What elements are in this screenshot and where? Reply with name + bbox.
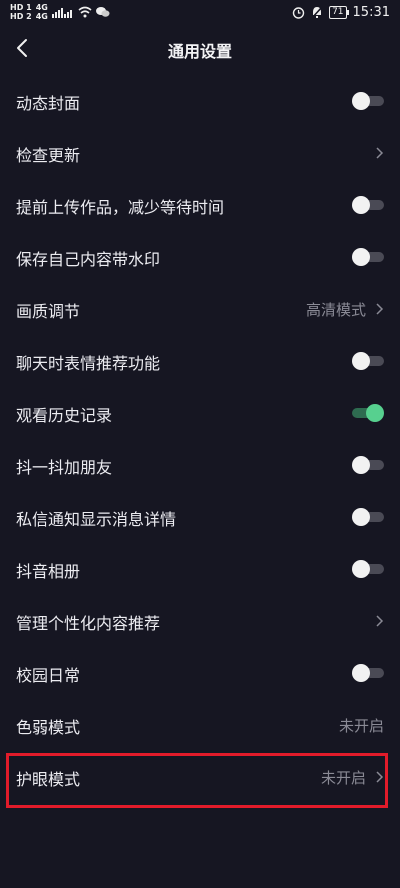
hd-bottom-label: HD 2 xyxy=(10,12,32,21)
setting-label: 提前上传作品，减少等待时间 xyxy=(16,198,225,217)
setting-row[interactable]: 保存自己内容带水印 xyxy=(0,231,400,283)
setting-label: 管理个性化内容推荐 xyxy=(16,614,161,633)
setting-row[interactable]: 聊天时表情推荐功能 xyxy=(0,335,400,387)
network-indicator: 4G 4G xyxy=(36,3,48,21)
setting-label: 动态封面 xyxy=(16,94,81,113)
status-left: HD 1 HD 2 4G 4G xyxy=(10,3,110,21)
toggle-knob xyxy=(352,664,370,682)
toggle-knob xyxy=(352,248,370,266)
alarm-icon xyxy=(292,7,305,19)
toggle-switch[interactable] xyxy=(352,196,384,214)
setting-row[interactable]: 抖音相册 xyxy=(0,543,400,595)
status-bar: HD 1 HD 2 4G 4G 71 15:31 xyxy=(0,0,400,28)
toggle-knob xyxy=(352,508,370,526)
mute-icon xyxy=(311,6,323,19)
setting-value: 未开启 xyxy=(320,769,366,787)
setting-row[interactable]: 护眼模式 未开启 xyxy=(0,751,400,803)
toggle-switch[interactable] xyxy=(352,508,384,526)
setting-row[interactable]: 画质调节 高清模式 xyxy=(0,283,400,335)
wifi-icon xyxy=(78,6,92,18)
setting-label: 抖音相册 xyxy=(16,562,81,581)
setting-label: 私信通知显示消息详情 xyxy=(16,510,177,529)
setting-label: 色弱模式 xyxy=(16,718,81,737)
toggle-switch[interactable] xyxy=(352,248,384,266)
setting-row[interactable]: 管理个性化内容推荐 xyxy=(0,595,400,647)
settings-list: 动态封面检查更新提前上传作品，减少等待时间 保存自己内容带水印 画质调节 高清模式聊天… xyxy=(0,75,400,803)
chevron-right-icon xyxy=(376,303,384,315)
setting-row[interactable]: 色弱模式 未开启 xyxy=(0,699,400,751)
toggle-knob xyxy=(352,196,370,214)
status-right: 71 15:31 xyxy=(292,5,390,20)
setting-row[interactable]: 检查更新 xyxy=(0,127,400,179)
chevron-right-icon xyxy=(376,147,384,159)
setting-label: 护眼模式 xyxy=(16,770,81,789)
toggle-switch[interactable] xyxy=(352,456,384,474)
setting-row[interactable]: 私信通知显示消息详情 xyxy=(0,491,400,543)
battery-indicator: 71 xyxy=(329,6,350,19)
toggle-switch[interactable] xyxy=(352,664,384,682)
toggle-knob xyxy=(366,404,384,422)
signal-icon xyxy=(51,8,72,18)
setting-label: 保存自己内容带水印 xyxy=(16,250,161,269)
setting-label: 观看历史记录 xyxy=(16,406,113,425)
setting-label: 聊天时表情推荐功能 xyxy=(16,354,161,373)
hd-indicator: HD 1 HD 2 xyxy=(10,3,32,21)
network-top-label: 4G xyxy=(35,3,48,12)
toggle-switch[interactable] xyxy=(352,92,384,110)
toggle-knob xyxy=(352,560,370,578)
setting-value: 高清模式 xyxy=(305,301,366,319)
setting-label: 抖一抖加朋友 xyxy=(16,458,113,477)
toggle-switch[interactable] xyxy=(352,404,384,422)
clock: 15:31 xyxy=(352,5,390,20)
setting-label: 校园日常 xyxy=(16,666,81,685)
hd-top-label: HD 1 xyxy=(10,3,32,12)
toggle-switch[interactable] xyxy=(352,352,384,370)
setting-label: 检查更新 xyxy=(16,146,81,165)
toggle-switch[interactable] xyxy=(352,560,384,578)
setting-row[interactable]: 动态封面 xyxy=(0,75,400,127)
chevron-right-icon xyxy=(376,771,384,783)
navigation-bar: 通用设置 xyxy=(0,28,400,72)
setting-row[interactable]: 观看历史记录 xyxy=(0,387,400,439)
setting-row[interactable]: 校园日常 xyxy=(0,647,400,699)
setting-value: 未开启 xyxy=(338,717,384,735)
toggle-knob xyxy=(352,352,370,370)
setting-row[interactable]: 抖一抖加朋友 xyxy=(0,439,400,491)
network-bottom-label: 4G xyxy=(35,12,48,21)
toggle-knob xyxy=(352,92,370,110)
wechat-icon xyxy=(95,7,110,17)
setting-label: 画质调节 xyxy=(16,302,81,321)
page-title: 通用设置 xyxy=(167,42,232,61)
chevron-right-icon xyxy=(376,615,384,627)
setting-row[interactable]: 提前上传作品，减少等待时间 xyxy=(0,179,400,231)
toggle-knob xyxy=(352,456,370,474)
